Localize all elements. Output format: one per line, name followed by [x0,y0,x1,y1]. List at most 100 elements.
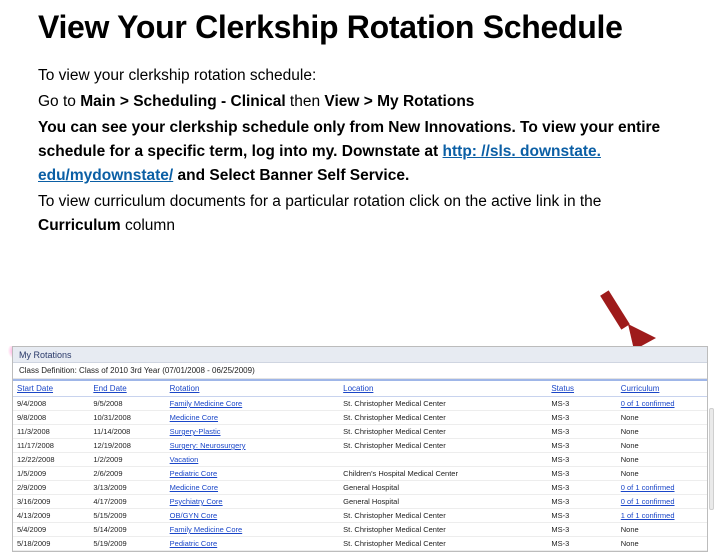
rotation-link[interactable]: Surgery: Neurosurgery [170,441,246,450]
slide: View Your Clerkship Rotation Schedule To… [0,0,720,540]
rotation-cell[interactable]: Surgery-Plastic [166,425,340,439]
status-cell: MS-3 [547,411,616,425]
instruction-text: To view your clerkship rotation schedule… [38,64,682,238]
table-row: 2/9/20093/13/2009Medicine CoreGeneral Ho… [13,481,707,495]
rotation-link[interactable]: Family Medicine Core [170,525,243,534]
curriculum-link[interactable]: 0 of 1 confirmed [621,399,675,408]
rotation-cell[interactable]: Family Medicine Core [166,523,340,537]
end-date-cell: 2/6/2009 [89,467,165,481]
start-date-cell: 11/17/2008 [13,439,89,453]
status-cell: MS-3 [547,495,616,509]
status-cell: MS-3 [547,439,616,453]
end-date-cell: 5/15/2009 [89,509,165,523]
curriculum-cell[interactable]: 1 of 1 confirmed [617,509,707,523]
end-date-cell: 10/31/2008 [89,411,165,425]
end-date-cell: 5/19/2009 [89,537,165,551]
location-cell: Children's Hospital Medical Center [339,467,547,481]
class-definition-row: Class Definition: Class of 2010 3rd Year… [13,363,707,379]
rotation-link[interactable]: Medicine Core [170,413,218,422]
note2a: To view curriculum documents for a parti… [38,193,601,210]
table-row: 3/16/20094/17/2009 Psychiatry Core General… [13,495,707,509]
curriculum-cell: None [617,425,707,439]
rotation-link[interactable]: Pediatric Core [170,539,218,548]
col-header-status[interactable]: Status [547,380,616,397]
curriculum-link[interactable]: 1 of 1 confirmed [621,511,675,520]
curriculum-cell: None [617,523,707,537]
rotation-cell[interactable]: Vacation [166,453,340,467]
table-row: 11/17/200812/19/2008 Surgery: Neurosurger… [13,439,707,453]
col-header-location[interactable]: Location [339,380,547,397]
rotation-cell[interactable]: Pediatric Core [166,537,340,551]
rotation-link[interactable]: OB/GYN Core [170,511,218,520]
col-header-end[interactable]: End Date [89,380,165,397]
rotation-link[interactable]: Vacation [170,455,199,464]
location-cell [339,453,547,467]
classdef-label: Class Definition: [19,366,77,375]
table-row: 1/5/20092/6/2009 Pediatric Core Children's… [13,467,707,481]
status-cell: MS-3 [547,537,616,551]
rotation-cell[interactable]: OB/GYN Core [166,509,340,523]
rotation-link[interactable]: Pediatric Core [170,469,218,478]
curriculum-cell[interactable]: 0 of 1 confirmed [617,481,707,495]
start-date-cell: 4/13/2009 [13,509,89,523]
table-row: 12/22/20081/2/2009VacationMS-3None [13,453,707,467]
curriculum-cell[interactable]: 0 of 1 confirmed [617,495,707,509]
start-date-cell: 5/18/2009 [13,537,89,551]
status-cell: MS-3 [547,467,616,481]
col-header-curriculum[interactable]: Curriculum [617,380,707,397]
end-date-cell: 3/13/2009 [89,481,165,495]
end-date-cell: 4/17/2009 [89,495,165,509]
rotation-cell[interactable]: Family Medicine Core [166,397,340,411]
rotation-link[interactable]: Family Medicine Core [170,399,243,408]
start-date-cell: 9/4/2008 [13,397,89,411]
rotation-cell[interactable]: Pediatric Core [166,467,340,481]
location-cell: St. Christopher Medical Center [339,397,547,411]
note-curriculum: To view curriculum documents for a parti… [38,190,682,238]
start-date-cell: 11/3/2008 [13,425,89,439]
rotation-cell[interactable]: Psychiatry Core [166,495,340,509]
nav-view: View > My Rotations [324,93,474,110]
table-header-row: Start Date End Date Rotation Location St… [13,380,707,397]
nav-prefix: Go to [38,93,80,110]
arrow-icon [598,288,658,352]
curriculum-link[interactable]: 0 of 1 confirmed [621,483,675,492]
curriculum-cell: None [617,537,707,551]
start-date-cell: 9/8/2008 [13,411,89,425]
location-cell: General Hospital [339,495,547,509]
rotation-link[interactable]: Psychiatry Core [170,497,223,506]
rotation-cell[interactable]: Medicine Core [166,411,340,425]
rotation-link[interactable]: Medicine Core [170,483,218,492]
start-date-cell: 5/4/2009 [13,523,89,537]
nav-line: Go to Main > Scheduling - Clinical then … [38,90,682,114]
curriculum-cell[interactable]: 0 of 1 confirmed [617,397,707,411]
location-cell: St. Christopher Medical Center [339,411,547,425]
location-cell: St. Christopher Medical Center [339,425,547,439]
rotation-cell[interactable]: Medicine Core [166,481,340,495]
nav-then: then [286,93,325,110]
page-title: View Your Clerkship Rotation Schedule [38,10,682,46]
table-row: 4/13/20095/15/2009 OB/GYN Core St. Christo… [13,509,707,523]
curriculum-link[interactable]: 0 of 1 confirmed [621,497,675,506]
rotation-link[interactable]: Surgery-Plastic [170,427,221,436]
curriculum-cell: None [617,411,707,425]
start-date-cell: 3/16/2009 [13,495,89,509]
panel-tab-my-rotations: My Rotations [13,347,707,363]
curriculum-cell: None [617,453,707,467]
start-date-cell: 1/5/2009 [13,467,89,481]
start-date-cell: 2/9/2009 [13,481,89,495]
classdef-value: Class of 2010 3rd Year (07/01/2008 - 06/… [79,366,255,375]
intro-line: To view your clerkship rotation schedule… [38,64,682,88]
end-date-cell: 9/5/2008 [89,397,165,411]
panel-scrollbar[interactable] [709,408,714,510]
location-cell: St. Christopher Medical Center [339,509,547,523]
location-cell: St. Christopher Medical Center [339,523,547,537]
table-row: 5/4/20095/14/2009Family Medicine CoreSt.… [13,523,707,537]
col-header-rotation[interactable]: Rotation [166,380,340,397]
status-cell: MS-3 [547,425,616,439]
rotation-cell[interactable]: Surgery: Neurosurgery [166,439,340,453]
end-date-cell: 12/19/2008 [89,439,165,453]
table-row: 9/4/20089/5/2008 Family Medicine Core St. … [13,397,707,411]
location-cell: St. Christopher Medical Center [339,439,547,453]
status-cell: MS-3 [547,453,616,467]
col-header-start[interactable]: Start Date [13,380,89,397]
